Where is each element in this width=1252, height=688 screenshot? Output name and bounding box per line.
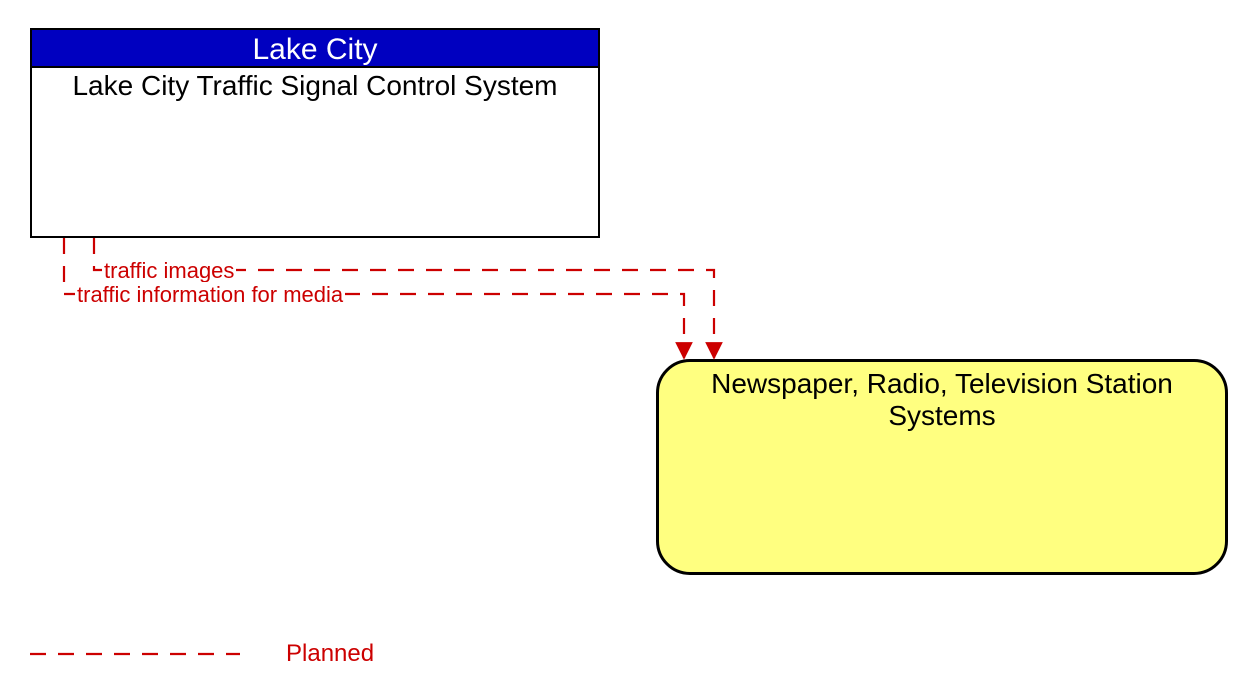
source-body-label: Lake City Traffic Signal Control System [72, 70, 557, 101]
flow-label-traffic-info-media: traffic information for media [75, 282, 345, 308]
target-entity: Newspaper, Radio, Television Station Sys… [656, 359, 1228, 575]
flow-label-traffic-images: traffic images [102, 258, 236, 284]
legend-planned-label: Planned [286, 640, 374, 668]
target-title-line2: Systems [659, 400, 1225, 432]
target-title-line1: Newspaper, Radio, Television Station [659, 368, 1225, 400]
source-entity-header: Lake City [30, 28, 600, 68]
source-entity-body: Lake City Traffic Signal Control System [30, 66, 600, 238]
